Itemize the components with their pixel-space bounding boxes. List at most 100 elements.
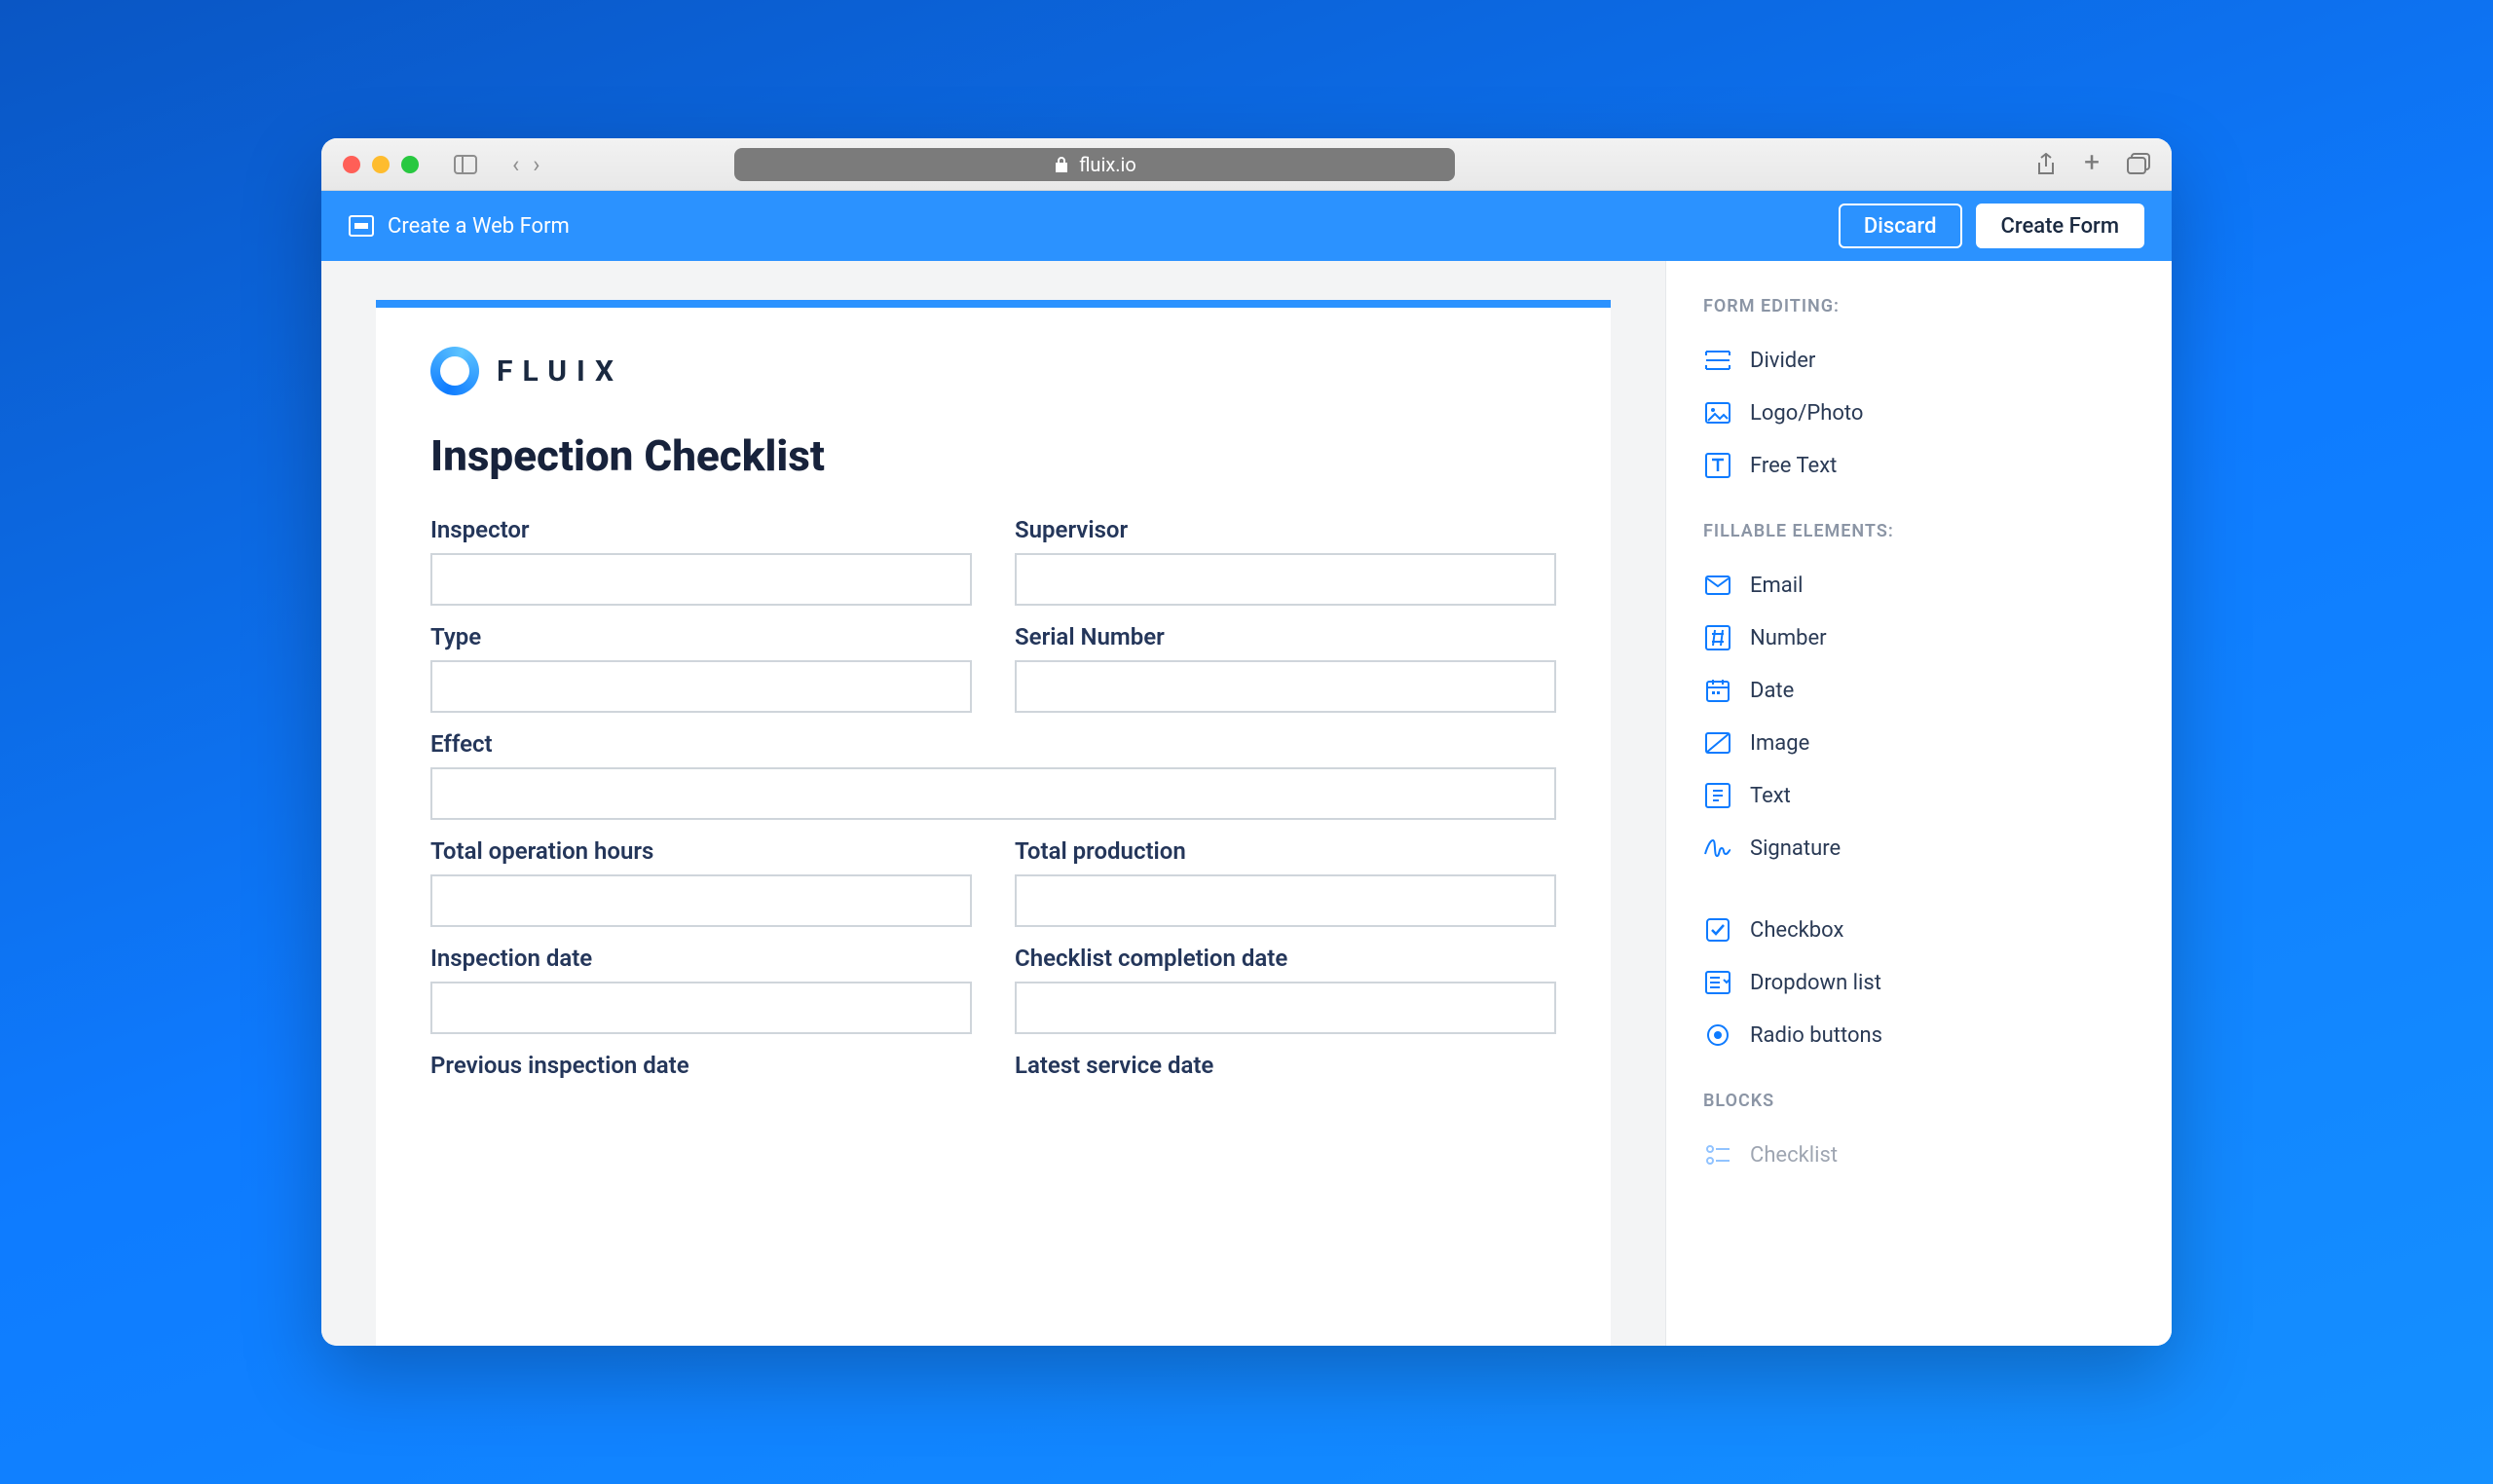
- discard-button-label: Discard: [1864, 214, 1937, 239]
- panel-label: Divider: [1750, 349, 1815, 373]
- checklist-icon: [1703, 1140, 1732, 1169]
- field-latest-service-date: Latest service date: [1015, 1052, 1556, 1089]
- canvas-area: FLUIX Inspection Checklist Inspector Sup…: [321, 261, 1665, 1346]
- total-operation-hours-input[interactable]: [430, 874, 972, 927]
- panel-item-logo-photo[interactable]: Logo/Photo: [1703, 387, 2135, 439]
- dropdown-icon: [1703, 968, 1732, 997]
- browser-right-icons: +: [2035, 153, 2150, 176]
- panel-item-email[interactable]: Email: [1703, 559, 2135, 612]
- brand-name: FLUIX: [497, 354, 623, 389]
- field-inspector: Inspector: [430, 516, 972, 606]
- email-icon: [1703, 571, 1732, 600]
- back-icon[interactable]: ‹: [512, 151, 519, 178]
- app-header-left: Create a Web Form: [349, 214, 570, 239]
- app-header: Create a Web Form Discard Create Form: [321, 191, 2172, 261]
- url-text: fluix.io: [1079, 153, 1136, 176]
- field-label: Supervisor: [1015, 516, 1556, 543]
- field-grid: Inspector Supervisor Type Serial Number: [430, 516, 1556, 1089]
- app-header-title: Create a Web Form: [388, 214, 570, 239]
- image-icon: [1703, 728, 1732, 758]
- panel-label: Date: [1750, 679, 1794, 703]
- text-icon: [1703, 781, 1732, 810]
- field-type: Type: [430, 623, 972, 713]
- panel-item-checkbox[interactable]: Checkbox: [1703, 904, 2135, 956]
- effect-input[interactable]: [430, 767, 1556, 820]
- share-icon[interactable]: [2035, 153, 2057, 176]
- field-label: Total operation hours: [430, 837, 972, 865]
- date-icon: [1703, 676, 1732, 705]
- traffic-lights: [343, 156, 419, 173]
- field-total-production: Total production: [1015, 837, 1556, 927]
- window-maximize-icon[interactable]: [401, 156, 419, 173]
- panel-item-divider[interactable]: Divider: [1703, 334, 2135, 387]
- browser-toolbar: ‹ › fluix.io +: [321, 138, 2172, 191]
- panel-label: Checkbox: [1750, 918, 1843, 943]
- field-label: Latest service date: [1015, 1052, 1556, 1079]
- browser-window: ‹ › fluix.io + Create a Web Form Discard…: [321, 138, 2172, 1346]
- panel-label: Email: [1750, 574, 1803, 598]
- field-supervisor: Supervisor: [1015, 516, 1556, 606]
- create-form-button[interactable]: Create Form: [1976, 204, 2144, 248]
- window-minimize-icon[interactable]: [372, 156, 390, 173]
- forward-icon[interactable]: ›: [533, 151, 540, 178]
- checklist-completion-date-input[interactable]: [1015, 982, 1556, 1034]
- field-label: Inspector: [430, 516, 972, 543]
- url-bar[interactable]: fluix.io: [734, 148, 1455, 181]
- free-text-icon: [1703, 451, 1732, 480]
- form-icon: [349, 215, 374, 237]
- sidebar-toggle-icon[interactable]: [454, 155, 477, 174]
- field-label: Effect: [430, 730, 1556, 758]
- field-label: Serial Number: [1015, 623, 1556, 650]
- panel-label: Logo/Photo: [1750, 401, 1863, 426]
- field-total-operation-hours: Total operation hours: [430, 837, 972, 927]
- field-serial-number: Serial Number: [1015, 623, 1556, 713]
- panel-item-date[interactable]: Date: [1703, 664, 2135, 717]
- panel-label: Image: [1750, 731, 1809, 756]
- field-label: Inspection date: [430, 945, 972, 972]
- field-inspection-date: Inspection date: [430, 945, 972, 1034]
- total-production-input[interactable]: [1015, 874, 1556, 927]
- fluix-logo-icon: [430, 347, 479, 395]
- photo-icon: [1703, 398, 1732, 427]
- form-canvas: FLUIX Inspection Checklist Inspector Sup…: [376, 300, 1611, 1346]
- field-label: Previous inspection date: [430, 1052, 972, 1079]
- panel-item-dropdown[interactable]: Dropdown list: [1703, 956, 2135, 1009]
- panel-section-fillable: FILLABLE ELEMENTS:: [1703, 521, 2135, 541]
- panel-item-checklist[interactable]: Checklist: [1703, 1129, 2135, 1181]
- field-label: Checklist completion date: [1015, 945, 1556, 972]
- inspection-date-input[interactable]: [430, 982, 972, 1034]
- panel-item-number[interactable]: Number: [1703, 612, 2135, 664]
- form-title: Inspection Checklist: [430, 430, 1556, 481]
- discard-button[interactable]: Discard: [1839, 204, 1962, 248]
- field-effect: Effect: [430, 730, 1556, 820]
- nav-arrows: ‹ ›: [512, 151, 540, 178]
- panel-label: Radio buttons: [1750, 1023, 1882, 1048]
- lock-icon: [1054, 156, 1069, 173]
- panel-label: Signature: [1750, 836, 1841, 861]
- panel-item-image[interactable]: Image: [1703, 717, 2135, 769]
- plus-icon[interactable]: +: [2084, 153, 2100, 176]
- radio-icon: [1703, 1020, 1732, 1050]
- serial-number-input[interactable]: [1015, 660, 1556, 713]
- inspector-input[interactable]: [430, 553, 972, 606]
- app-header-right: Discard Create Form: [1839, 204, 2144, 248]
- field-checklist-completion-date: Checklist completion date: [1015, 945, 1556, 1034]
- number-icon: [1703, 623, 1732, 652]
- signature-icon: [1703, 834, 1732, 863]
- panel-item-free-text[interactable]: Free Text: [1703, 439, 2135, 492]
- brand-row: FLUIX: [430, 347, 1556, 395]
- type-input[interactable]: [430, 660, 972, 713]
- panel-item-radio[interactable]: Radio buttons: [1703, 1009, 2135, 1061]
- panel-section-form-editing: FORM EDITING:: [1703, 296, 2135, 316]
- panel-label: Number: [1750, 626, 1827, 650]
- panel-label: Text: [1750, 784, 1791, 808]
- tabs-icon[interactable]: [2127, 153, 2150, 174]
- supervisor-input[interactable]: [1015, 553, 1556, 606]
- window-close-icon[interactable]: [343, 156, 360, 173]
- panel-section-blocks: BLOCKS: [1703, 1091, 2135, 1111]
- field-previous-inspection-date: Previous inspection date: [430, 1052, 972, 1089]
- side-panel: FORM EDITING: Divider Logo/Photo Free Te…: [1665, 261, 2172, 1346]
- create-form-button-label: Create Form: [2001, 214, 2119, 239]
- panel-item-text[interactable]: Text: [1703, 769, 2135, 822]
- panel-item-signature[interactable]: Signature: [1703, 822, 2135, 874]
